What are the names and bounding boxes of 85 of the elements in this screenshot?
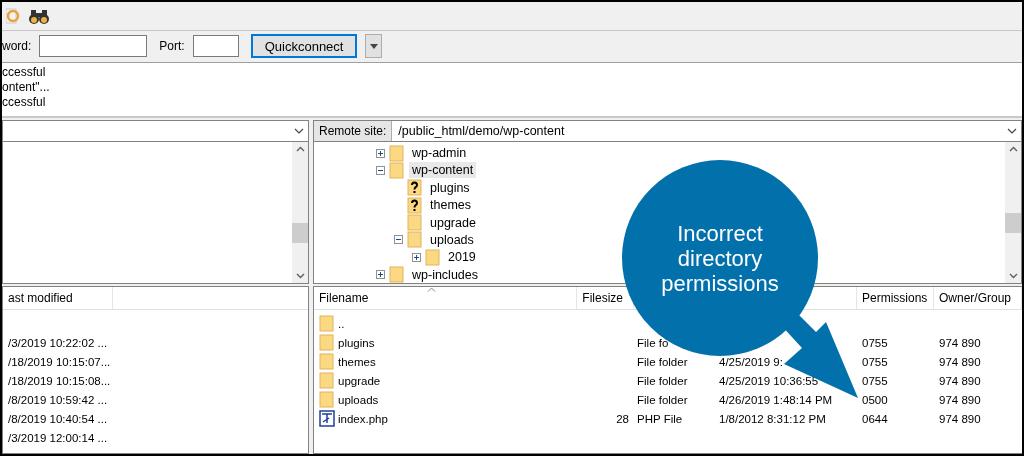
table-cell: 974 890 [939, 355, 981, 368]
quickconnect-button[interactable]: Quickconnect [250, 34, 358, 59]
collapse-toggle-icon[interactable] [394, 235, 403, 245]
log-line: ccessful [2, 95, 46, 111]
table-cell: PHP File [637, 412, 683, 425]
folder-icon [407, 231, 423, 249]
folder-icon [407, 214, 423, 232]
scroll-up-icon[interactable] [1008, 146, 1018, 153]
scroll-up-icon[interactable] [295, 146, 305, 153]
table-cell: /18/2019 10:15:08... [8, 374, 111, 387]
table-cell: 4/25/2019 10:36:55 [719, 374, 819, 387]
table-cell: 4/25/2019 9: [719, 355, 783, 368]
tree-item[interactable]: wp-admin [409, 145, 470, 162]
table-cell: File folder [637, 374, 688, 387]
table-cell: /3/2019 10:22:02 ... [8, 336, 108, 349]
file-name[interactable]: index.php [338, 412, 388, 425]
tree-item[interactable]: wp-content [409, 162, 477, 179]
column-header[interactable]: Permissions [862, 291, 928, 306]
scrollbar-thumb[interactable] [1005, 212, 1021, 233]
table-cell: 974 890 [939, 336, 981, 349]
tree-item[interactable]: 2019 [445, 249, 479, 266]
file-name[interactable]: upgrade [338, 374, 381, 387]
unknown-folder-icon [407, 196, 423, 214]
folder-icon [389, 144, 405, 162]
file-name[interactable]: themes [338, 355, 376, 368]
expand-toggle-icon[interactable] [412, 252, 421, 262]
table-cell: 28 [616, 412, 629, 425]
scroll-down-icon[interactable] [295, 273, 305, 280]
file-name[interactable]: .. [338, 317, 345, 330]
folder-icon [319, 391, 335, 409]
table-cell: 974 890 [939, 412, 981, 425]
folder-icon [319, 353, 335, 371]
table-cell: 0755 [862, 355, 888, 368]
tree-item[interactable]: plugins [427, 179, 473, 196]
expand-toggle-icon[interactable] [376, 148, 385, 158]
tree-item[interactable]: uploads [427, 232, 477, 248]
scrollbar[interactable] [1005, 142, 1021, 284]
table-cell: /3/2019 12:00:14 ... [8, 431, 108, 444]
folder-icon [319, 334, 335, 352]
password-field[interactable] [39, 35, 148, 58]
table-cell: 974 890 [939, 374, 981, 387]
unknown-folder-icon [407, 179, 423, 197]
table-cell: File folder [637, 355, 688, 368]
log-line: ontent"... [2, 80, 50, 96]
quickconnect-dropdown-button[interactable] [365, 34, 383, 59]
collapse-toggle-icon[interactable] [376, 166, 385, 175]
table-cell: 0755 [862, 374, 888, 387]
table-cell: 974 890 [939, 393, 981, 406]
folder-icon [389, 266, 405, 284]
password-label: word: [2, 39, 32, 54]
folder-icon [425, 248, 441, 266]
tree-item[interactable]: wp-includes [409, 266, 481, 283]
column-header[interactable]: Filesize [582, 291, 623, 306]
scroll-down-icon[interactable] [1008, 273, 1018, 280]
log-line: ccessful [2, 65, 46, 81]
table-cell: File fo [637, 336, 669, 349]
remote-site-label: Remote site: [314, 121, 393, 142]
script-file-icon [319, 410, 335, 428]
tree-item[interactable]: upgrade [427, 214, 479, 231]
table-cell: 0500 [862, 393, 888, 406]
tree-item[interactable]: themes [427, 197, 474, 214]
file-name[interactable]: plugins [338, 336, 375, 349]
table-cell: 4/26/2019 1:48:14 PM [719, 393, 833, 406]
table-cell: /8/2019 10:40:54 ... [8, 412, 108, 425]
file-name[interactable]: uploads [338, 393, 379, 406]
expand-toggle-icon[interactable] [376, 270, 385, 280]
column-header[interactable]: Filename [319, 291, 369, 306]
dropdown-caret-icon[interactable] [294, 128, 304, 135]
port-field[interactable] [192, 35, 239, 58]
table-cell: 1/8/2012 8:31:12 PM [719, 412, 826, 425]
table-cell: /8/2019 10:59:42 ... [8, 393, 108, 406]
column-header[interactable]: Owner/Group [939, 291, 1012, 306]
folder-icon [319, 315, 335, 333]
column-header[interactable]: ast modified [8, 291, 73, 306]
scrollbar-thumb[interactable] [292, 222, 308, 243]
dropdown-caret-icon[interactable] [1007, 128, 1017, 135]
table-cell: /18/2019 10:15:07... [8, 355, 111, 368]
table-cell: File folder [637, 393, 688, 406]
dropdown-arrow-icon [369, 43, 378, 49]
table-cell: 0755 [862, 336, 888, 349]
port-label: Port: [159, 39, 185, 54]
folder-icon [319, 372, 335, 390]
folder-icon [389, 162, 405, 179]
table-cell: 0644 [862, 412, 888, 425]
scrollbar[interactable] [292, 142, 308, 284]
